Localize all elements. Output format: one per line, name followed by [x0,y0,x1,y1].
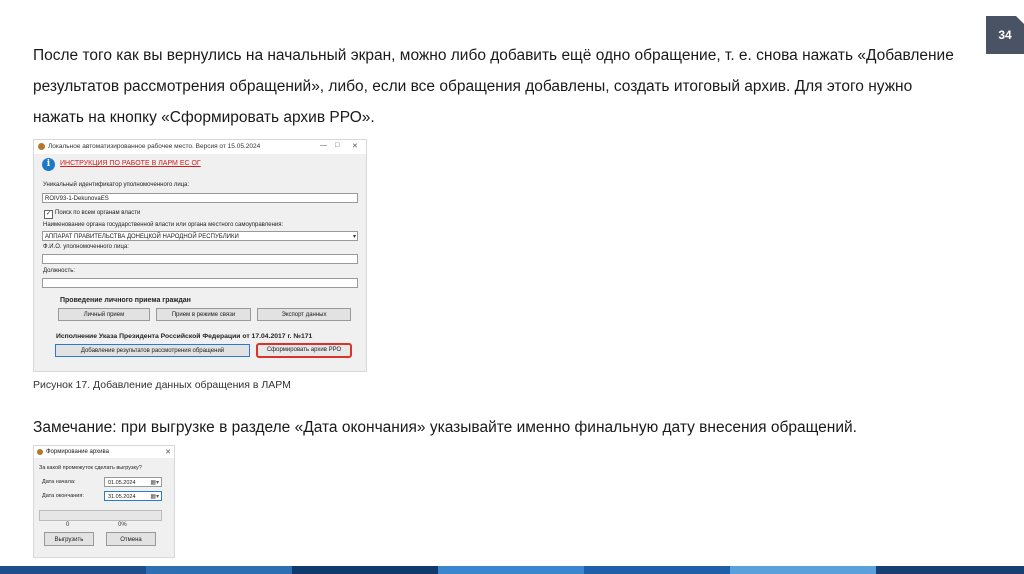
info-icon: i [42,158,55,171]
period-question: За какой промежуток сделать выгрузку? [39,465,142,471]
footer-segment [584,566,730,574]
app-emblem-icon [37,449,43,455]
footer-segment [730,566,876,574]
id-field[interactable]: ROIV93-1-DekunovaES [42,193,358,203]
footer-segment [876,566,1024,574]
footer-color-bar [0,566,1024,574]
calendar-icon[interactable]: ▦▾ [150,492,159,502]
progress-percent: 0% [118,522,127,528]
end-date-value: 31.05.2024 [108,494,136,500]
instruction-paragraph: После того как вы вернулись на начальный… [33,47,954,126]
calendar-icon[interactable]: ▦▾ [150,478,159,488]
search-all-checkbox[interactable]: ✓ [44,210,53,219]
maximize-icon[interactable]: □ [335,142,339,149]
footer-segment [438,566,584,574]
end-date-label: Дата окончания: [42,493,84,499]
online-reception-button[interactable]: Прием в режиме связи [156,308,251,321]
cancel-button[interactable]: Отмена [106,532,156,546]
close-icon[interactable]: ✕ [352,142,358,150]
form-archive-button[interactable]: Сформировать архив РРО [256,343,352,358]
progress-count: 0 [66,522,70,528]
figure-caption: Рисунок 17. Добавление данных обращения … [33,379,291,391]
minimize-icon[interactable]: — [320,142,327,149]
chevron-down-icon[interactable]: ▾ [353,232,356,240]
decree-section-title: Исполнение Указа Президента Российской Ф… [56,333,313,340]
end-date-picker[interactable]: 31.05.2024 ▦▾ [104,491,162,501]
footer-segment [146,566,292,574]
archive-dialog-screenshot: Формирование архива ✕ За какой промежуто… [33,445,175,558]
org-label: Наименование органа государственной влас… [43,222,284,228]
progress-bar [39,510,162,521]
position-field[interactable] [42,278,358,288]
search-all-label: Поиск по всем органам власти [55,210,141,216]
instruction-link[interactable]: ИНСТРУКЦИЯ ПО РАБОТЕ В ЛАРМ ЕС ОГ [60,160,201,167]
footer-segment [292,566,438,574]
app-emblem-icon [38,143,45,150]
personal-reception-button[interactable]: Личный прием [58,308,150,321]
start-date-label: Дата начала: [42,479,76,485]
position-label: Должность: [43,268,76,274]
close-icon[interactable]: ✕ [165,448,171,456]
add-results-button[interactable]: Добавление результатов рассмотрения обра… [55,344,250,357]
org-select-value: АППАРАТ ПРАВИТЕЛЬСТВА ДОНЕЦКОЙ НАРОДНОЙ … [45,234,239,240]
id-label: Уникальный идентификатор уполномоченного… [43,182,190,188]
window-titlebar: Локальное автоматизированное рабочее мес… [34,140,366,154]
start-date-value: 01.05.2024 [108,480,136,486]
export-button[interactable]: Выгрузить [44,532,94,546]
window-title: Локальное автоматизированное рабочее мес… [48,143,261,150]
fio-field[interactable] [42,254,358,264]
export-data-button[interactable]: Экспорт данных [257,308,351,321]
fio-label: Ф.И.О. уполномоченного лица: [43,244,129,250]
org-select[interactable]: АППАРАТ ПРАВИТЕЛЬСТВА ДОНЕЦКОЙ НАРОДНОЙ … [42,231,358,241]
footer-segment [0,566,146,574]
start-date-picker[interactable]: 01.05.2024 ▦▾ [104,477,162,487]
personal-reception-section-title: Проведение личного приема граждан [60,297,191,304]
larm-main-window-screenshot: Локальное автоматизированное рабочее мес… [33,139,367,372]
dialog-title: Формирование архива [46,449,109,455]
dialog-titlebar: Формирование архива ✕ [34,446,174,458]
page-number-badge: 34 [986,16,1024,54]
note-paragraph: Замечание: при выгрузке в разделе «Дата … [33,419,857,436]
